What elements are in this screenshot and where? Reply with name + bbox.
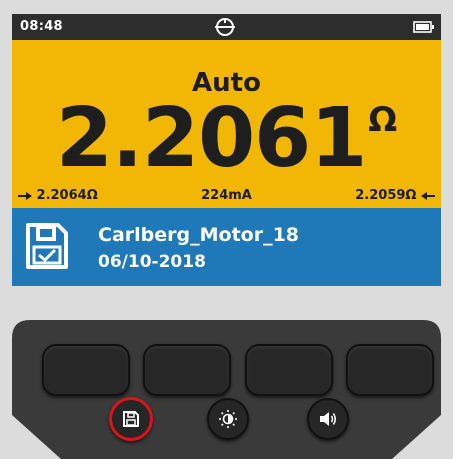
- save-check-icon: [26, 223, 68, 269]
- brand-logo-icon: [215, 18, 235, 36]
- arrow-left-icon: [421, 191, 435, 200]
- volume-button[interactable]: [307, 398, 349, 440]
- max-reading-value: 2.2059Ω: [355, 188, 417, 203]
- volume-icon: [320, 412, 337, 426]
- brightness-icon: [219, 410, 237, 428]
- saved-record-name: Carlberg_Motor_18: [98, 224, 300, 246]
- display-screen: 08:48 Auto 2.2061Ω 2.2064Ω 224mA 2.2059Ω…: [12, 14, 441, 286]
- saved-record-panel: Carlberg_Motor_18 06/10-2018: [12, 208, 441, 286]
- save-icon: [123, 411, 139, 427]
- keypad: [12, 320, 441, 459]
- saved-record-date: 06/10-2018: [98, 252, 206, 272]
- soft-key-3[interactable]: [245, 344, 333, 396]
- soft-key-1[interactable]: [42, 344, 130, 396]
- main-reading: 2.2061Ω: [12, 94, 441, 184]
- soft-key-4[interactable]: [346, 344, 434, 396]
- battery-icon: [413, 21, 434, 33]
- main-unit: Ω: [368, 100, 398, 140]
- multimeter-device: 08:48 Auto 2.2061Ω 2.2064Ω 224mA 2.2059Ω…: [0, 0, 453, 459]
- main-value: 2.2061: [55, 91, 367, 186]
- reading-panel: Auto 2.2061Ω 2.2064Ω 224mA 2.2059Ω: [12, 40, 441, 208]
- status-bar: 08:48: [12, 14, 441, 40]
- soft-key-2[interactable]: [143, 344, 231, 396]
- status-time: 08:48: [20, 19, 63, 34]
- save-button[interactable]: [109, 397, 153, 441]
- brightness-button[interactable]: [207, 398, 249, 440]
- max-reading: 2.2059Ω: [355, 188, 435, 203]
